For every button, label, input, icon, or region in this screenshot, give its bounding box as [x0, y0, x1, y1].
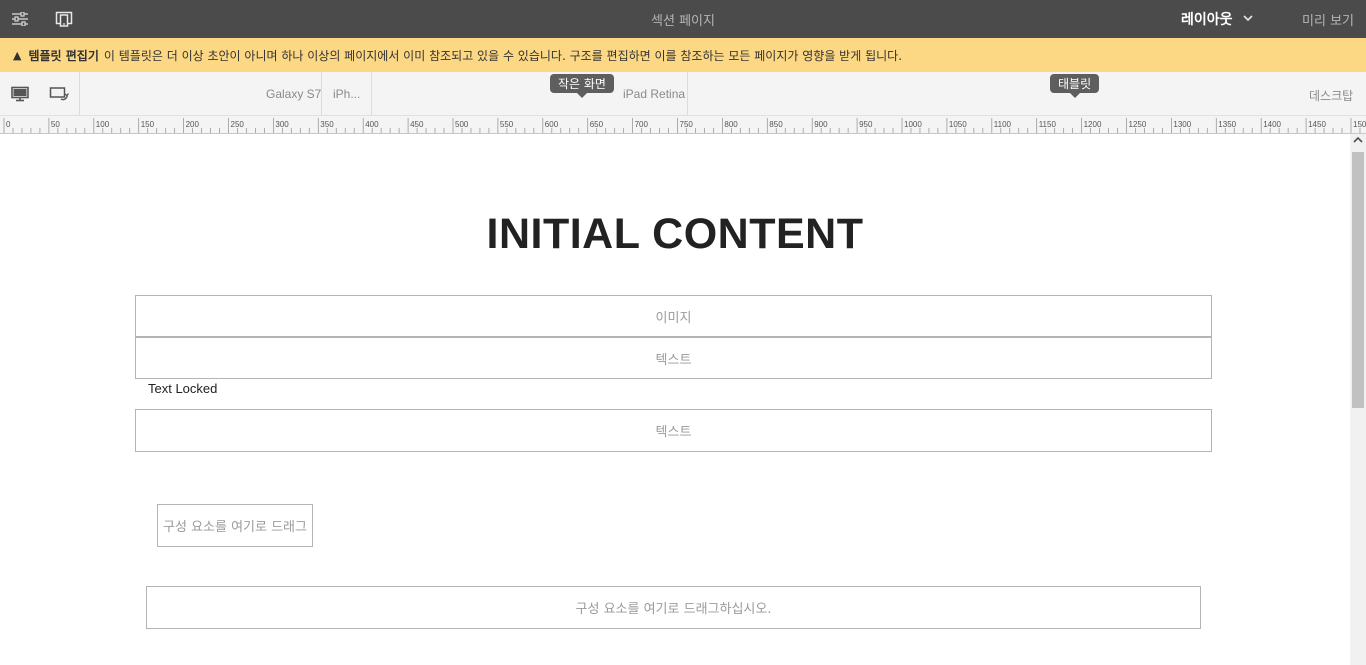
ruler-tick-label: 750: [680, 120, 694, 129]
ruler-tick-label: 1100: [994, 120, 1012, 129]
device-ipad-retina[interactable]: iPad Retina: [623, 87, 685, 101]
ruler-tick-label: 1000: [904, 120, 922, 129]
page-title: 섹션 페이지: [651, 14, 715, 29]
ruler-tick-label: 1150: [1039, 120, 1057, 129]
layout-mode-label: 레이아웃: [1181, 12, 1233, 28]
ruler-tick-label: 550: [500, 120, 514, 129]
ruler-tick-label: 800: [724, 120, 738, 129]
ruler-tick-label: 400: [365, 120, 379, 129]
ruler-tick-label: 100: [96, 120, 110, 129]
locked-text-component[interactable]: Text Locked: [148, 381, 217, 396]
ruler-tick-label: 1050: [949, 120, 967, 129]
ruler-tick-label: 500: [455, 120, 469, 129]
ruler-tick-label: 150: [141, 120, 155, 129]
ruler-tick-label: 850: [769, 120, 783, 129]
preview-button[interactable]: 미리 보기: [1302, 10, 1354, 29]
breakpoint-small-screen[interactable]: 작은 화면: [550, 74, 614, 98]
device-separator: [687, 72, 688, 116]
device-iphone[interactable]: iPh...: [333, 87, 360, 101]
chevron-down-icon: [1242, 14, 1253, 25]
device-separator: [371, 72, 372, 116]
device-separator: [79, 72, 80, 116]
ruler-tick-label: 1200: [1084, 120, 1102, 129]
ruler-tick-label: 950: [859, 120, 873, 129]
top-toolbar: 섹션 페이지 레이아웃 미리 보기: [0, 0, 1366, 38]
ruler-tick-label: 600: [545, 120, 559, 129]
ruler-tick-label: 1450: [1308, 120, 1326, 129]
template-editor-alert: ▲ 템플릿 편집기 이 템플릿은 더 이상 초안이 아니며 하나 이상의 페이지…: [0, 38, 1366, 72]
scroll-up-arrow-icon[interactable]: [1350, 136, 1366, 147]
ruler-tick-label: 650: [590, 120, 604, 129]
warning-icon: ▲: [13, 48, 22, 62]
page-canvas: INITIAL CONTENT 이미지 텍스트 Text Locked 텍스트 …: [0, 134, 1350, 665]
text-placeholder[interactable]: 텍스트: [135, 409, 1212, 452]
breakpoint-tablet[interactable]: 태블릿: [1050, 74, 1100, 98]
ruler-tick-label: 900: [814, 120, 828, 129]
vertical-scrollbar[interactable]: [1350, 134, 1366, 665]
ruler-tick-label: 350: [320, 120, 334, 129]
text-placeholder[interactable]: 텍스트: [135, 337, 1212, 379]
ruler-tick-label: 1500: [1353, 120, 1366, 129]
drop-zone-small[interactable]: 구성 요소를 여기로 드래그: [157, 504, 313, 547]
ruler-tick-label: 1350: [1218, 120, 1236, 129]
ruler-scale: 0 50 100 150 200 250 300 350 400 450 500 550 600 650 7…: [3, 118, 1366, 133]
ruler-tick-label: 300: [275, 120, 289, 129]
device-desktop[interactable]: 데스크탑: [1309, 87, 1353, 104]
rotate-device-icon[interactable]: [48, 84, 70, 104]
pixel-ruler: 0 50 100 150 200 250 300 350 400 450 500 550 600 650 7…: [0, 116, 1366, 134]
ruler-tick-label: 1400: [1263, 120, 1281, 129]
ruler-tick-label: 50: [51, 120, 60, 129]
layout-mode-selector[interactable]: 레이아웃: [1181, 9, 1253, 29]
ruler-tick-label: 700: [635, 120, 649, 129]
ruler-tick-label: 0: [6, 120, 11, 129]
image-placeholder[interactable]: 이미지: [135, 295, 1212, 337]
alert-label: 템플릿 편집기: [28, 48, 99, 63]
desktop-icon[interactable]: [9, 84, 31, 104]
device-emulator-bar: Galaxy S7 iPh... iPad Retina 데스크탑 작은 화면 …: [0, 72, 1366, 116]
ruler-tick-label: 450: [410, 120, 424, 129]
ruler-tick-label: 1300: [1173, 120, 1191, 129]
device-separator: [321, 72, 322, 116]
page-heading[interactable]: INITIAL CONTENT: [0, 210, 1350, 259]
ruler-tick-label: 250: [231, 120, 245, 129]
scrollbar-thumb[interactable]: [1352, 152, 1364, 408]
ruler-tick-label: 200: [186, 120, 200, 129]
ruler-tick-label: 1250: [1129, 120, 1147, 129]
drop-zone-large[interactable]: 구성 요소를 여기로 드래그하십시오.: [146, 586, 1201, 629]
alert-message: 이 템플릿은 더 이상 초안이 아니며 하나 이상의 페이지에서 이미 참조되고…: [103, 48, 903, 63]
device-galaxy-s7[interactable]: Galaxy S7: [266, 87, 321, 101]
